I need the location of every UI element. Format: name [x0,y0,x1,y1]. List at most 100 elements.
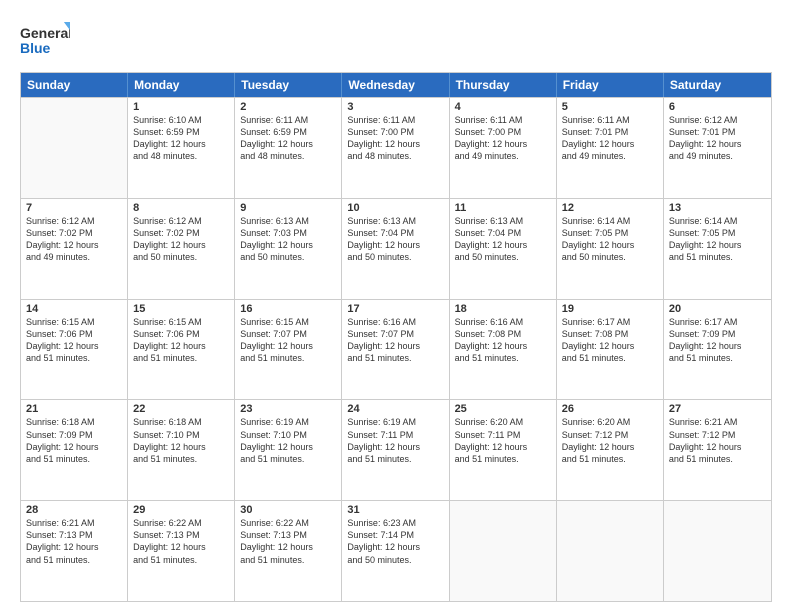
day-number: 21 [26,403,122,415]
day-cell-20: 20Sunrise: 6:17 AM Sunset: 7:09 PM Dayli… [664,300,771,400]
calendar: SundayMondayTuesdayWednesdayThursdayFrid… [20,72,772,602]
day-cell-empty [450,501,557,601]
day-number: 6 [669,101,766,113]
day-cell-17: 17Sunrise: 6:16 AM Sunset: 7:07 PM Dayli… [342,300,449,400]
day-cell-7: 7Sunrise: 6:12 AM Sunset: 7:02 PM Daylig… [21,199,128,299]
day-cell-8: 8Sunrise: 6:12 AM Sunset: 7:02 PM Daylig… [128,199,235,299]
day-number: 25 [455,403,551,415]
day-number: 13 [669,202,766,214]
day-cell-19: 19Sunrise: 6:17 AM Sunset: 7:08 PM Dayli… [557,300,664,400]
day-info: Sunrise: 6:20 AM Sunset: 7:12 PM Dayligh… [562,416,658,465]
day-number: 22 [133,403,229,415]
day-info: Sunrise: 6:17 AM Sunset: 7:08 PM Dayligh… [562,316,658,365]
day-number: 27 [669,403,766,415]
week-row-0: 1Sunrise: 6:10 AM Sunset: 6:59 PM Daylig… [21,97,771,198]
day-info: Sunrise: 6:15 AM Sunset: 7:06 PM Dayligh… [133,316,229,365]
day-number: 3 [347,101,443,113]
day-cell-5: 5Sunrise: 6:11 AM Sunset: 7:01 PM Daylig… [557,98,664,198]
day-number: 30 [240,504,336,516]
day-info: Sunrise: 6:12 AM Sunset: 7:01 PM Dayligh… [669,114,766,163]
day-info: Sunrise: 6:16 AM Sunset: 7:08 PM Dayligh… [455,316,551,365]
day-cell-16: 16Sunrise: 6:15 AM Sunset: 7:07 PM Dayli… [235,300,342,400]
day-cell-11: 11Sunrise: 6:13 AM Sunset: 7:04 PM Dayli… [450,199,557,299]
day-cell-25: 25Sunrise: 6:20 AM Sunset: 7:11 PM Dayli… [450,400,557,500]
day-number: 14 [26,303,122,315]
day-number: 20 [669,303,766,315]
day-info: Sunrise: 6:19 AM Sunset: 7:10 PM Dayligh… [240,416,336,465]
day-info: Sunrise: 6:12 AM Sunset: 7:02 PM Dayligh… [26,215,122,264]
day-info: Sunrise: 6:21 AM Sunset: 7:13 PM Dayligh… [26,517,122,566]
day-cell-24: 24Sunrise: 6:19 AM Sunset: 7:11 PM Dayli… [342,400,449,500]
day-number: 24 [347,403,443,415]
day-info: Sunrise: 6:13 AM Sunset: 7:04 PM Dayligh… [455,215,551,264]
day-number: 10 [347,202,443,214]
logo: General Blue [20,20,70,64]
day-number: 28 [26,504,122,516]
day-info: Sunrise: 6:23 AM Sunset: 7:14 PM Dayligh… [347,517,443,566]
header-day-wednesday: Wednesday [342,73,449,97]
day-cell-14: 14Sunrise: 6:15 AM Sunset: 7:06 PM Dayli… [21,300,128,400]
week-row-1: 7Sunrise: 6:12 AM Sunset: 7:02 PM Daylig… [21,198,771,299]
header-day-thursday: Thursday [450,73,557,97]
day-cell-2: 2Sunrise: 6:11 AM Sunset: 6:59 PM Daylig… [235,98,342,198]
week-row-2: 14Sunrise: 6:15 AM Sunset: 7:06 PM Dayli… [21,299,771,400]
day-info: Sunrise: 6:22 AM Sunset: 7:13 PM Dayligh… [133,517,229,566]
day-cell-15: 15Sunrise: 6:15 AM Sunset: 7:06 PM Dayli… [128,300,235,400]
day-info: Sunrise: 6:11 AM Sunset: 6:59 PM Dayligh… [240,114,336,163]
day-number: 12 [562,202,658,214]
svg-text:General: General [20,25,70,41]
day-number: 31 [347,504,443,516]
day-info: Sunrise: 6:14 AM Sunset: 7:05 PM Dayligh… [669,215,766,264]
day-number: 8 [133,202,229,214]
calendar-header: SundayMondayTuesdayWednesdayThursdayFrid… [21,73,771,97]
day-number: 7 [26,202,122,214]
day-number: 5 [562,101,658,113]
day-number: 4 [455,101,551,113]
day-info: Sunrise: 6:20 AM Sunset: 7:11 PM Dayligh… [455,416,551,465]
header-day-friday: Friday [557,73,664,97]
day-cell-empty [21,98,128,198]
day-cell-28: 28Sunrise: 6:21 AM Sunset: 7:13 PM Dayli… [21,501,128,601]
day-cell-empty [664,501,771,601]
day-cell-23: 23Sunrise: 6:19 AM Sunset: 7:10 PM Dayli… [235,400,342,500]
day-info: Sunrise: 6:12 AM Sunset: 7:02 PM Dayligh… [133,215,229,264]
day-number: 17 [347,303,443,315]
day-cell-30: 30Sunrise: 6:22 AM Sunset: 7:13 PM Dayli… [235,501,342,601]
day-info: Sunrise: 6:11 AM Sunset: 7:01 PM Dayligh… [562,114,658,163]
day-info: Sunrise: 6:17 AM Sunset: 7:09 PM Dayligh… [669,316,766,365]
day-cell-26: 26Sunrise: 6:20 AM Sunset: 7:12 PM Dayli… [557,400,664,500]
day-number: 29 [133,504,229,516]
day-number: 2 [240,101,336,113]
logo-svg: General Blue [20,20,70,64]
day-info: Sunrise: 6:11 AM Sunset: 7:00 PM Dayligh… [347,114,443,163]
day-cell-21: 21Sunrise: 6:18 AM Sunset: 7:09 PM Dayli… [21,400,128,500]
day-number: 18 [455,303,551,315]
day-cell-18: 18Sunrise: 6:16 AM Sunset: 7:08 PM Dayli… [450,300,557,400]
header-day-monday: Monday [128,73,235,97]
day-info: Sunrise: 6:14 AM Sunset: 7:05 PM Dayligh… [562,215,658,264]
week-row-4: 28Sunrise: 6:21 AM Sunset: 7:13 PM Dayli… [21,500,771,601]
day-cell-10: 10Sunrise: 6:13 AM Sunset: 7:04 PM Dayli… [342,199,449,299]
day-number: 26 [562,403,658,415]
day-info: Sunrise: 6:11 AM Sunset: 7:00 PM Dayligh… [455,114,551,163]
day-info: Sunrise: 6:13 AM Sunset: 7:03 PM Dayligh… [240,215,336,264]
day-number: 23 [240,403,336,415]
day-info: Sunrise: 6:18 AM Sunset: 7:10 PM Dayligh… [133,416,229,465]
day-info: Sunrise: 6:22 AM Sunset: 7:13 PM Dayligh… [240,517,336,566]
svg-text:Blue: Blue [20,40,51,56]
day-info: Sunrise: 6:15 AM Sunset: 7:07 PM Dayligh… [240,316,336,365]
header-day-saturday: Saturday [664,73,771,97]
day-info: Sunrise: 6:19 AM Sunset: 7:11 PM Dayligh… [347,416,443,465]
day-number: 19 [562,303,658,315]
day-info: Sunrise: 6:21 AM Sunset: 7:12 PM Dayligh… [669,416,766,465]
day-number: 16 [240,303,336,315]
day-cell-27: 27Sunrise: 6:21 AM Sunset: 7:12 PM Dayli… [664,400,771,500]
calendar-body: 1Sunrise: 6:10 AM Sunset: 6:59 PM Daylig… [21,97,771,601]
day-number: 9 [240,202,336,214]
header-day-tuesday: Tuesday [235,73,342,97]
day-cell-9: 9Sunrise: 6:13 AM Sunset: 7:03 PM Daylig… [235,199,342,299]
day-info: Sunrise: 6:16 AM Sunset: 7:07 PM Dayligh… [347,316,443,365]
day-number: 1 [133,101,229,113]
day-cell-12: 12Sunrise: 6:14 AM Sunset: 7:05 PM Dayli… [557,199,664,299]
day-info: Sunrise: 6:15 AM Sunset: 7:06 PM Dayligh… [26,316,122,365]
